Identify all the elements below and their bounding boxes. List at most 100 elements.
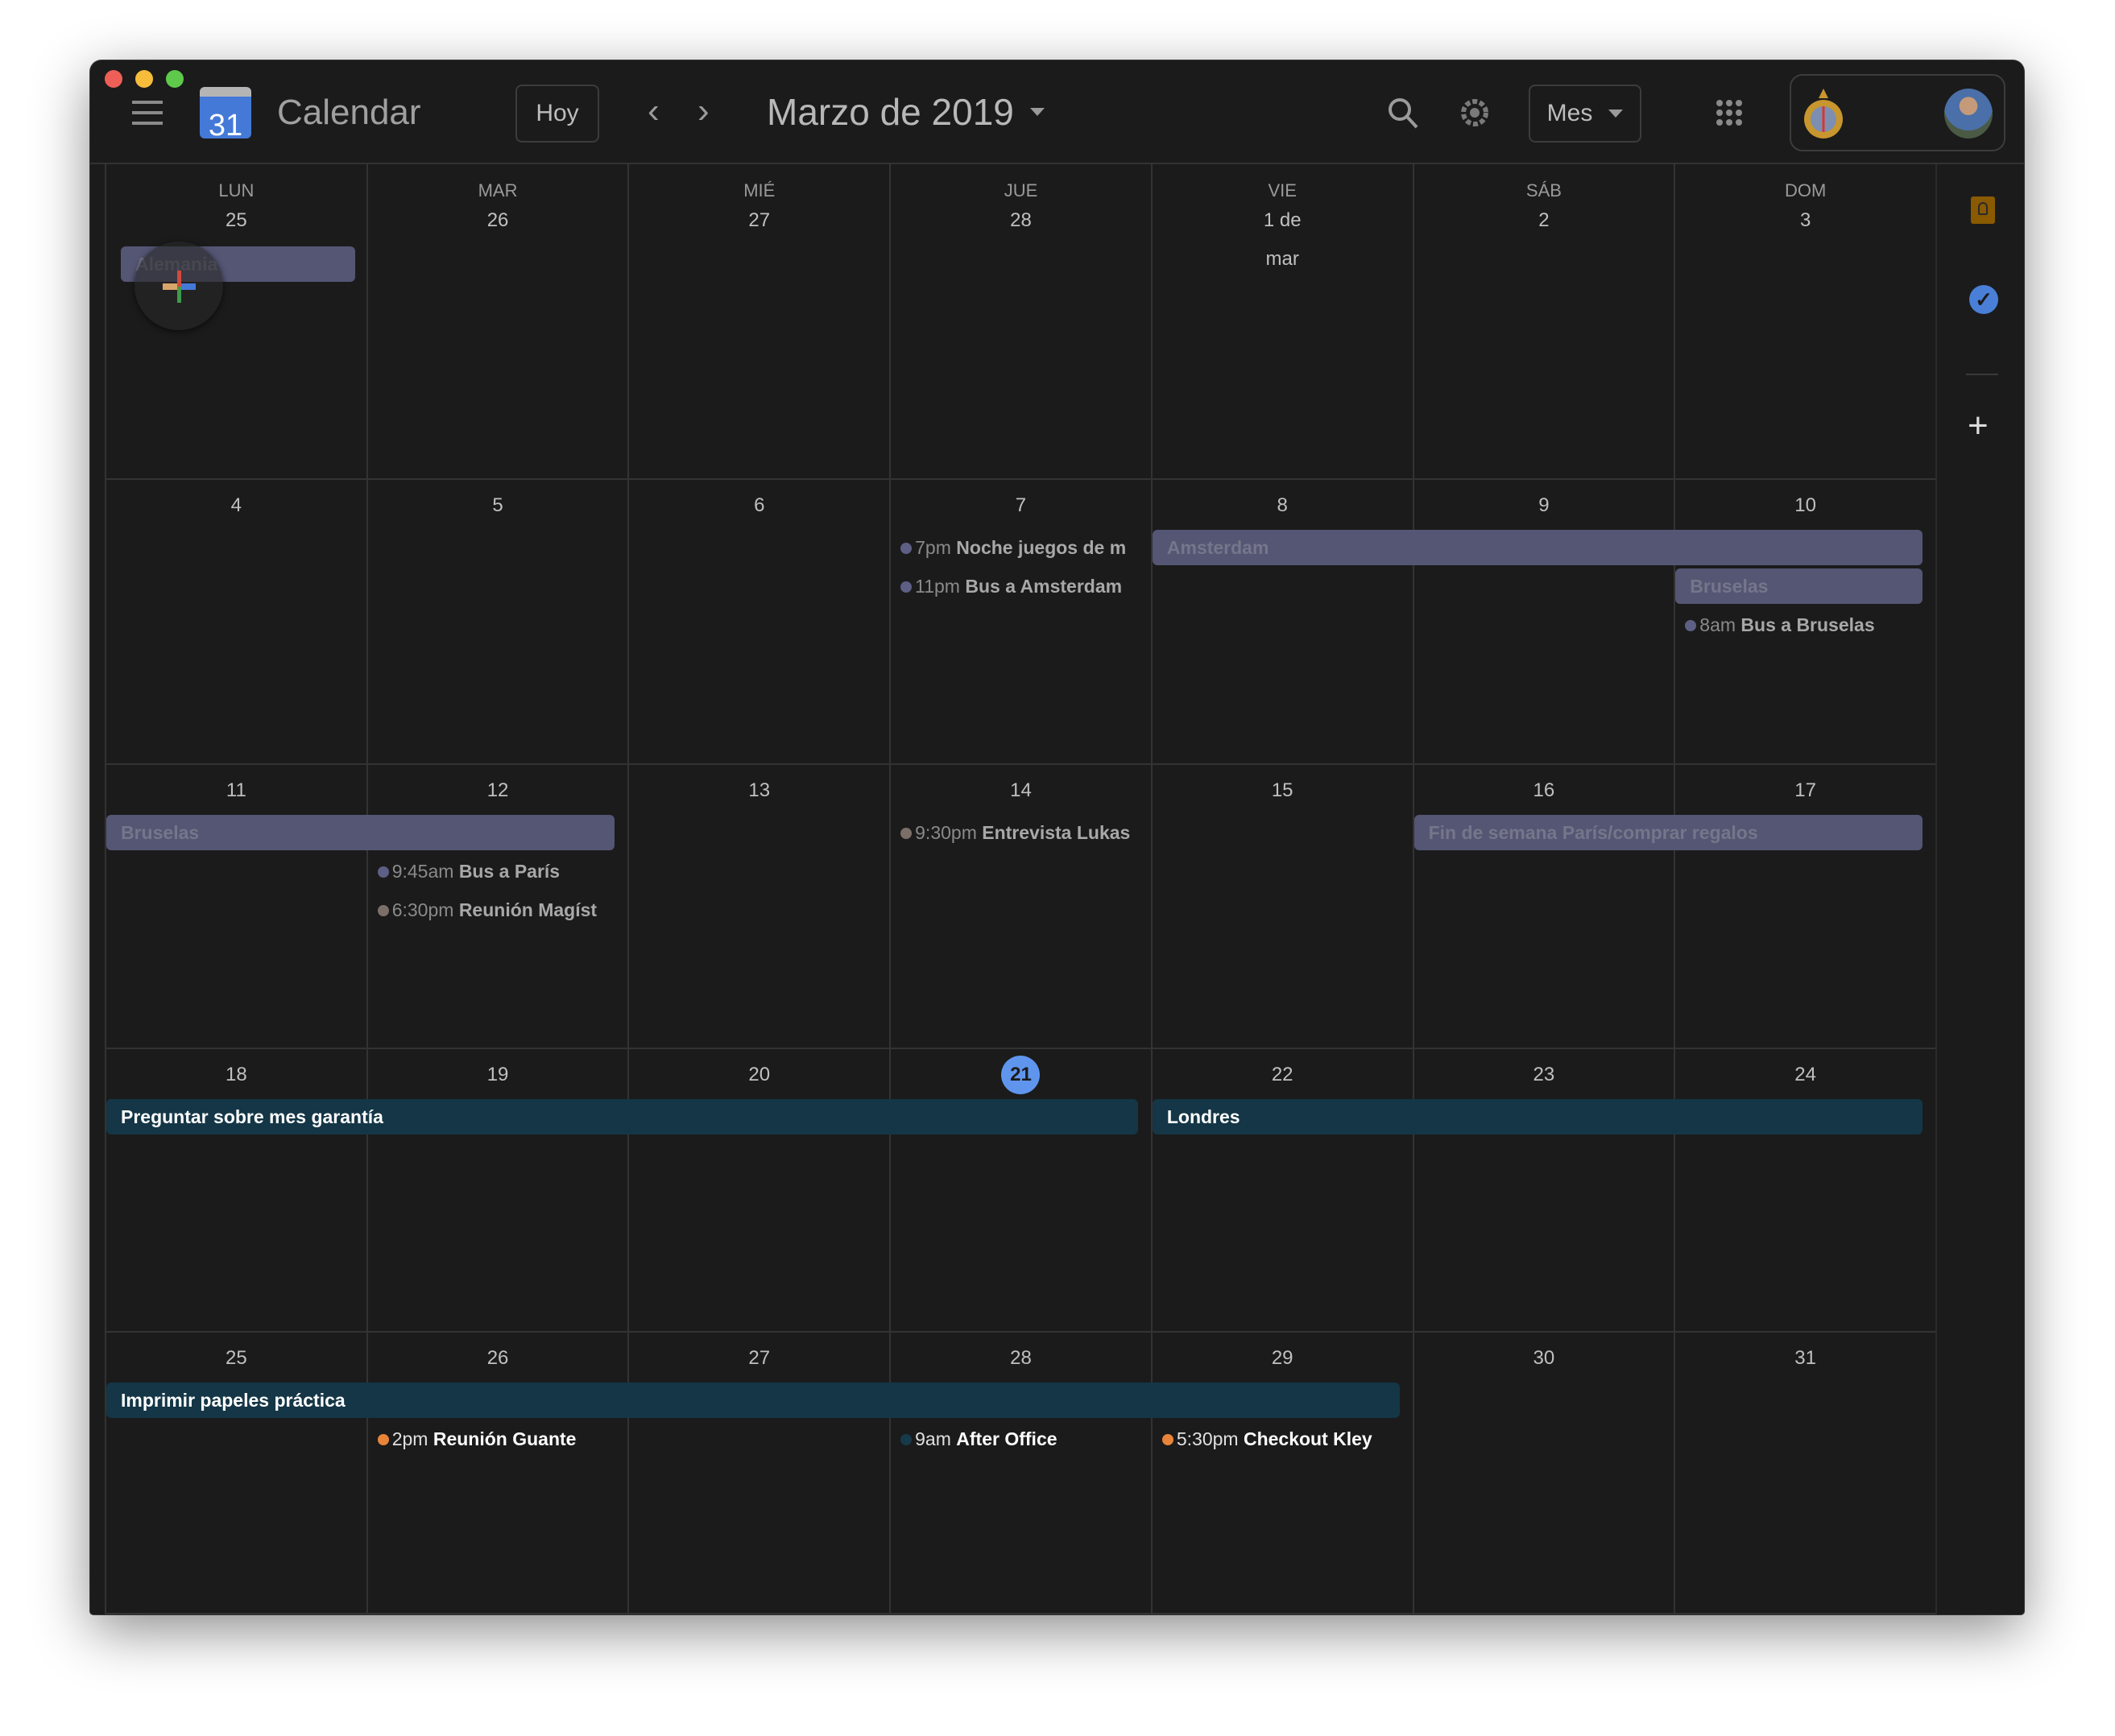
- day-cell[interactable]: 25: [105, 1333, 366, 1613]
- day-number[interactable]: 12: [478, 771, 517, 810]
- day-number[interactable]: 10: [1786, 486, 1825, 525]
- day-number[interactable]: 22: [1263, 1056, 1302, 1094]
- day-number[interactable]: 26: [478, 1339, 517, 1378]
- day-number[interactable]: 30: [1525, 1339, 1563, 1378]
- day-cell[interactable]: 7: [889, 480, 1151, 763]
- timed-event[interactable]: 2pm Reunión Guante: [368, 1421, 625, 1457]
- timed-event[interactable]: 5:30pm Checkout Kley: [1153, 1421, 1409, 1457]
- day-number[interactable]: 11: [217, 771, 255, 810]
- day-number[interactable]: 17: [1786, 771, 1825, 810]
- day-number[interactable]: 28: [1001, 201, 1040, 240]
- day-number[interactable]: 3: [1786, 201, 1825, 240]
- day-cell[interactable]: 17: [1674, 765, 1935, 1048]
- day-number[interactable]: 20: [740, 1056, 779, 1094]
- all-day-event[interactable]: Imprimir papeles práctica: [106, 1383, 1400, 1418]
- week-row: 4 5 6 7 8 9 10: [105, 480, 1935, 765]
- day-cell[interactable]: 21: [889, 1049, 1151, 1331]
- all-day-event[interactable]: Amsterdam: [1152, 530, 1923, 565]
- keep-icon[interactable]: [1971, 196, 1995, 224]
- day-cell[interactable]: 18: [105, 1049, 366, 1331]
- timed-event[interactable]: 11pm Bus a Amsterdam: [891, 568, 1148, 604]
- all-day-event[interactable]: Preguntar sobre mes garantía: [106, 1099, 1138, 1135]
- tasks-icon[interactable]: ✓: [1969, 285, 1998, 314]
- event-time: 11pm: [915, 576, 960, 597]
- day-cell[interactable]: 14: [889, 765, 1151, 1048]
- day-number[interactable]: 25: [217, 1339, 255, 1378]
- day-number[interactable]: 2: [1525, 201, 1563, 240]
- add-addon-icon[interactable]: +: [1968, 406, 1989, 446]
- timed-event[interactable]: 7pm Noche juegos de m: [891, 530, 1148, 565]
- apps-grid-icon[interactable]: [1716, 99, 1743, 126]
- create-event-button[interactable]: [135, 242, 223, 330]
- day-number[interactable]: 16: [1525, 771, 1563, 810]
- day-number[interactable]: 26: [478, 201, 517, 240]
- view-selector[interactable]: Mes: [1529, 85, 1641, 143]
- day-cell[interactable]: SÁB 2: [1412, 164, 1674, 478]
- all-day-event[interactable]: Fin de semana París/comprar regalos: [1413, 815, 1923, 850]
- day-cell[interactable]: 26: [366, 1333, 628, 1613]
- timed-event[interactable]: 8am Bus a Bruselas: [1675, 607, 1932, 643]
- day-cell[interactable]: 27: [627, 1333, 889, 1613]
- month-title-dropdown[interactable]: Marzo de 2019: [767, 90, 1045, 134]
- day-cell[interactable]: 29: [1150, 1333, 1413, 1613]
- day-number[interactable]: 18: [217, 1056, 255, 1094]
- day-cell[interactable]: 4: [105, 480, 366, 763]
- day-number[interactable]: 7: [1001, 486, 1040, 525]
- all-day-event[interactable]: Bruselas: [106, 815, 615, 850]
- day-number[interactable]: 8: [1263, 486, 1302, 525]
- next-month-icon[interactable]: ›: [697, 91, 710, 131]
- day-cell[interactable]: 8: [1150, 480, 1413, 763]
- day-cell[interactable]: 19: [366, 1049, 628, 1331]
- day-cell[interactable]: JUE 28: [889, 164, 1151, 478]
- day-cell[interactable]: 22: [1150, 1049, 1413, 1331]
- gear-icon[interactable]: [1458, 96, 1492, 130]
- day-cell[interactable]: 6: [627, 480, 889, 763]
- day-cell[interactable]: 16: [1412, 765, 1674, 1048]
- day-number[interactable]: 23: [1525, 1056, 1563, 1094]
- day-number[interactable]: 29: [1263, 1339, 1302, 1378]
- day-cell[interactable]: DOM 3: [1674, 164, 1935, 478]
- day-cell[interactable]: 28: [889, 1333, 1151, 1613]
- day-number[interactable]: 27: [740, 1339, 779, 1378]
- account-area[interactable]: [1790, 74, 2005, 151]
- timed-event[interactable]: 6:30pm Reunión Magíst: [368, 892, 625, 928]
- day-cell[interactable]: VIE 1 de mar: [1150, 164, 1413, 478]
- day-cell[interactable]: 31: [1674, 1333, 1935, 1613]
- day-number[interactable]: 4: [217, 486, 255, 525]
- timed-event[interactable]: 9:30pm Entrevista Lukas: [891, 815, 1148, 850]
- day-cell[interactable]: MAR 26: [366, 164, 628, 478]
- user-avatar[interactable]: [1944, 89, 1993, 138]
- day-cell[interactable]: 24: [1674, 1049, 1935, 1331]
- day-cell[interactable]: 5: [366, 480, 628, 763]
- search-icon[interactable]: [1387, 97, 1419, 130]
- day-cell[interactable]: 9: [1412, 480, 1674, 763]
- day-cell[interactable]: 23: [1412, 1049, 1674, 1331]
- day-number[interactable]: 1 de mar: [1263, 201, 1302, 270]
- day-number[interactable]: 15: [1263, 771, 1302, 810]
- main-menu-icon[interactable]: [132, 101, 163, 125]
- timed-event[interactable]: 9:45am Bus a París: [368, 854, 625, 889]
- day-cell[interactable]: 13: [627, 765, 889, 1048]
- day-number[interactable]: 9: [1525, 486, 1563, 525]
- day-cell[interactable]: MIÉ 27: [627, 164, 889, 478]
- day-number[interactable]: 27: [740, 201, 779, 240]
- day-cell[interactable]: 30: [1412, 1333, 1674, 1613]
- day-number[interactable]: 31: [1786, 1339, 1825, 1378]
- timed-event[interactable]: 9am After Office: [891, 1421, 1148, 1457]
- day-number[interactable]: 14: [1001, 771, 1040, 810]
- all-day-event[interactable]: Bruselas: [1675, 568, 1923, 604]
- all-day-event[interactable]: Londres: [1152, 1099, 1923, 1135]
- day-number[interactable]: 13: [740, 771, 779, 810]
- day-number[interactable]: 5: [478, 486, 517, 525]
- day-number[interactable]: 24: [1786, 1056, 1825, 1094]
- day-cell[interactable]: 11: [105, 765, 366, 1048]
- today-day-number[interactable]: 21: [1001, 1056, 1041, 1094]
- day-cell[interactable]: 15: [1150, 765, 1413, 1048]
- day-number[interactable]: 25: [217, 201, 255, 240]
- today-button[interactable]: Hoy: [515, 85, 599, 143]
- day-cell[interactable]: 20: [627, 1049, 889, 1331]
- day-number[interactable]: 6: [740, 486, 779, 525]
- previous-month-icon[interactable]: ‹: [648, 91, 660, 131]
- day-number[interactable]: 19: [478, 1056, 517, 1094]
- day-number[interactable]: 28: [1001, 1339, 1040, 1378]
